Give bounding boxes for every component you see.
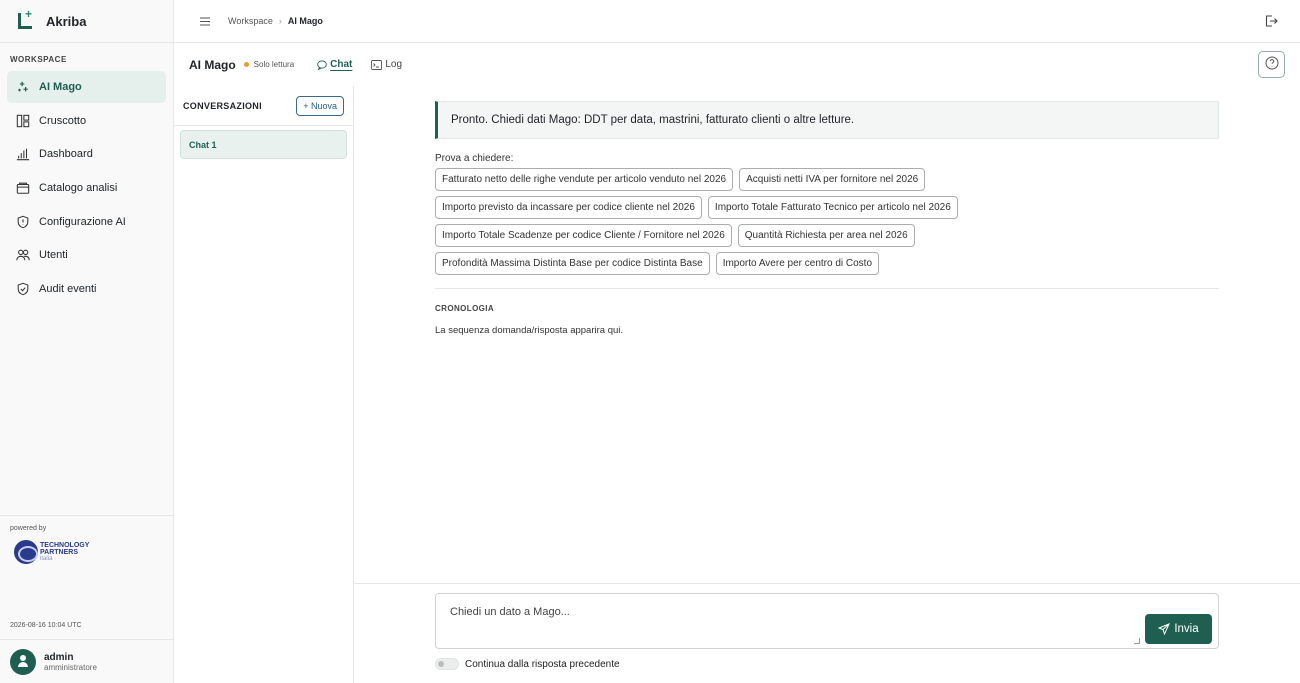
powered-by-label: powered by — [10, 525, 47, 532]
sidebar-footer: powered by TECHNOLOGY PARTNERS italia 20… — [0, 515, 173, 683]
suggestion-chip[interactable]: Quantità Richiesta per area nel 2026 — [737, 224, 915, 247]
tab-chat[interactable]: Chat — [317, 55, 352, 75]
breadcrumb-workspace[interactable]: Workspace — [228, 16, 273, 26]
partner-line3: italia — [40, 555, 53, 562]
partner-line2: PARTNERS — [40, 548, 78, 556]
avatar — [10, 648, 36, 675]
sidebar-item-label: Utenti — [39, 249, 68, 262]
suggestion-row: Profondità Massima Distinta Base per cod… — [435, 252, 1225, 275]
sidebar-item-label: Cruscotto — [39, 114, 87, 127]
sidebar: + Akriba WORKSPACE AI Mago Cruscotto Das… — [0, 0, 174, 683]
menu-icon[interactable] — [198, 14, 212, 28]
akriba-logo-icon: + — [16, 7, 36, 31]
continue-toggle-row: Continua dalla risposta precedente — [435, 658, 620, 670]
server-timestamp: 2026-08-16 10:04 UTC — [10, 622, 82, 629]
message-input[interactable] — [436, 594, 1218, 648]
sidebar-section-label: WORKSPACE — [10, 55, 67, 64]
terminal-icon — [371, 59, 383, 70]
conversations-title: CONVERSAZIONI — [183, 100, 262, 111]
sidebar-item-dashboard[interactable]: Dashboard — [7, 138, 166, 170]
page-header: AI Mago Solo lettura Chat Log — [174, 43, 1300, 86]
technology-partners-logo: TECHNOLOGY PARTNERS italia — [14, 540, 173, 564]
suggestion-chip[interactable]: Profondità Massima Distinta Base per cod… — [435, 252, 710, 275]
divider — [435, 288, 1219, 289]
suggestions: Fatturato netto delle righe vendute per … — [435, 168, 1225, 280]
resize-handle-icon[interactable] — [1134, 638, 1140, 644]
sidebar-item-audit-eventi[interactable]: Audit eventi — [7, 273, 166, 305]
breadcrumb-current: AI Mago — [287, 16, 323, 26]
shield-check-icon — [15, 281, 31, 297]
sidebar-item-utenti[interactable]: Utenti — [7, 239, 166, 271]
suggestion-row: Fatturato netto delle righe vendute per … — [435, 168, 1225, 191]
sparkle-icon — [15, 79, 31, 95]
send-label: Invia — [1174, 623, 1199, 635]
chat-main: Pronto. Chiedi dati Mago: DDT per data, … — [354, 86, 1300, 683]
suggestion-row: Importo Totale Scadenze per codice Clien… — [435, 224, 1225, 247]
logout-icon[interactable] — [1264, 14, 1278, 28]
brand-name: Akriba — [46, 13, 87, 29]
composer: Invia Continua dalla risposta precedente — [354, 583, 1300, 683]
send-icon — [1158, 623, 1171, 635]
suggestions-label: Prova a chiedere: — [435, 153, 514, 164]
sidebar-item-ai-mago[interactable]: AI Mago — [7, 71, 166, 103]
suggestion-chip[interactable]: Fatturato netto delle righe vendute per … — [435, 168, 734, 191]
suggestion-chip[interactable]: Importo previsto da incassare per codice… — [435, 196, 702, 219]
history-label: CRONOLOGIA — [435, 304, 495, 313]
folder-icon — [15, 180, 31, 196]
chat-bubble-icon — [317, 59, 327, 70]
users-icon — [15, 247, 31, 263]
sidebar-item-configurazione-ai[interactable]: Configurazione AI — [7, 206, 166, 238]
powered-by: powered by TECHNOLOGY PARTNERS italia — [0, 515, 173, 613]
suggestion-chip[interactable]: Importo Avere per centro di Costo — [715, 252, 880, 275]
suggestion-chip[interactable]: Importo Totale Fatturato Tecnico per art… — [707, 196, 958, 219]
help-icon — [1265, 56, 1279, 73]
suggestion-chip[interactable]: Acquisti netti IVA per fornitore nel 202… — [739, 168, 926, 191]
tab-log[interactable]: Log — [371, 55, 402, 75]
sidebar-item-label: Catalogo analisi — [39, 182, 118, 195]
help-button[interactable] — [1258, 51, 1285, 78]
tab-label: Chat — [330, 59, 353, 70]
chevron-right-icon: › — [278, 16, 282, 26]
history-empty-text: La sequenza domanda/risposta apparira qu… — [435, 325, 624, 336]
shield-icon — [15, 214, 31, 230]
suggestion-chip[interactable]: Importo Totale Scadenze per codice Clien… — [435, 224, 732, 247]
ready-message: Pronto. Chiedi dati Mago: DDT per data, … — [435, 101, 1219, 139]
sidebar-item-label: Dashboard — [39, 148, 93, 161]
partner-line1: TECHNOLOGY — [40, 541, 90, 549]
sidebar-nav: AI Mago Cruscotto Dashboard Catalogo ana… — [0, 71, 173, 305]
conversations-panel: CONVERSAZIONI + Nuova Chat 1 — [174, 86, 354, 683]
sidebar-item-label: Configurazione AI — [39, 215, 126, 228]
tab-label: Log — [385, 59, 403, 70]
sidebar-item-cruscotto[interactable]: Cruscotto — [7, 105, 166, 137]
topbar: Workspace › AI Mago — [174, 0, 1300, 43]
sidebar-item-label: AI Mago — [39, 81, 82, 93]
layout-icon — [15, 113, 31, 129]
user-name: admin — [44, 651, 74, 663]
breadcrumb: Workspace › AI Mago — [228, 16, 323, 26]
continue-toggle[interactable] — [435, 658, 459, 670]
bar-chart-icon — [15, 146, 31, 162]
send-button[interactable]: Invia — [1145, 614, 1212, 644]
message-input-box: Invia — [435, 593, 1219, 649]
user-role: amministratore — [44, 662, 97, 672]
status-badge: Solo lettura — [253, 60, 295, 69]
sidebar-item-label: Audit eventi — [39, 283, 97, 296]
user-profile[interactable]: admin amministratore — [0, 639, 173, 683]
new-conversation-button[interactable]: + Nuova — [296, 95, 344, 116]
page-title: AI Mago — [189, 57, 236, 72]
conversation-item[interactable]: Chat 1 — [180, 130, 347, 159]
continue-label: Continua dalla risposta precedente — [465, 658, 620, 670]
suggestion-row: Importo previsto da incassare per codice… — [435, 196, 1225, 219]
brand[interactable]: + Akriba — [0, 0, 173, 43]
conversations-header: CONVERSAZIONI + Nuova — [174, 86, 353, 126]
status-dot-icon — [243, 62, 249, 67]
sidebar-item-catalogo-analisi[interactable]: Catalogo analisi — [7, 172, 166, 204]
globe-icon — [14, 540, 38, 564]
